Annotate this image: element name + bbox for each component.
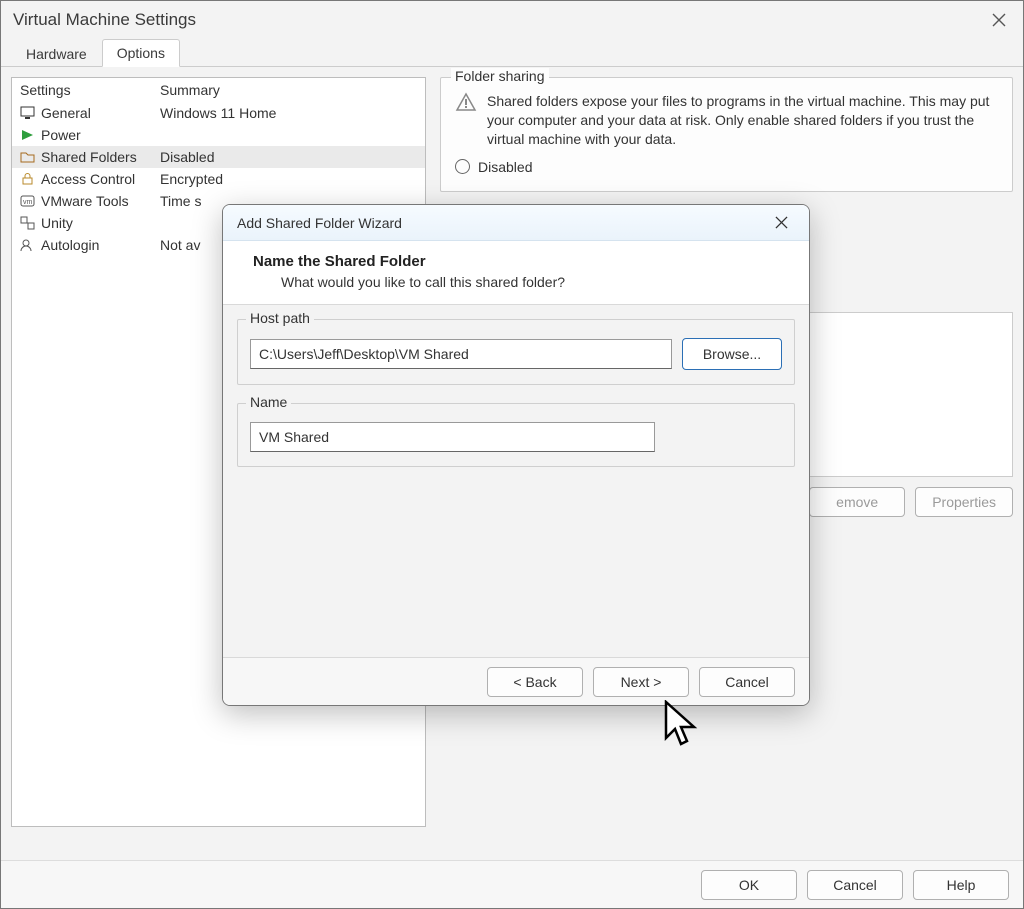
tab-bar: Hardware Options [1,39,1023,67]
label: General [41,105,91,121]
tab-hardware[interactable]: Hardware [11,40,102,67]
group-legend: Folder sharing [451,68,549,84]
wizard-heading: Name the Shared Folder [253,253,787,270]
ok-button[interactable]: OK [701,870,797,900]
row-access-control[interactable]: Access Control Encrypted [12,168,425,190]
wizard-titlebar: Add Shared Folder Wizard [223,205,809,241]
monitor-icon [20,106,35,120]
name-input[interactable] [250,422,655,452]
wizard-title: Add Shared Folder Wizard [237,215,402,231]
warning-text: Shared folders expose your files to prog… [487,92,998,149]
radio-label: Disabled [478,159,532,175]
warning-icon [455,92,477,149]
add-shared-folder-wizard: Add Shared Folder Wizard Name the Shared… [222,204,810,706]
host-path-fieldset: Host path Browse... [237,319,795,385]
summary [152,124,425,146]
row-shared-folders[interactable]: Shared Folders Disabled [12,146,425,168]
window-title: Virtual Machine Settings [13,10,196,30]
wizard-subheading: What would you like to call this shared … [281,274,787,290]
folder-sharing-group: Folder sharing Shared folders expose you… [440,77,1013,192]
properties-button[interactable]: Properties [915,487,1013,517]
row-power[interactable]: Power [12,124,425,146]
wizard-body: Host path Browse... Name [223,305,809,657]
help-button[interactable]: Help [913,870,1009,900]
unity-icon [20,216,35,230]
wizard-footer: < Back Next > Cancel [223,657,809,705]
radio-disabled[interactable]: Disabled [455,159,998,175]
user-icon [20,238,35,252]
play-icon [20,128,35,142]
name-label: Name [246,394,291,410]
row-general[interactable]: General Windows 11 Home [12,102,425,124]
header-summary: Summary [152,78,425,102]
dialog-footer: OK Cancel Help [1,860,1023,908]
label: Shared Folders [41,149,137,165]
close-icon[interactable] [987,8,1011,32]
host-path-input[interactable] [250,339,672,369]
folder-icon [20,150,35,164]
name-fieldset: Name [237,403,795,467]
next-button[interactable]: Next > [593,667,689,697]
browse-button[interactable]: Browse... [682,338,782,370]
label: Access Control [41,171,135,187]
summary: Encrypted [152,168,425,190]
titlebar: Virtual Machine Settings [1,1,1023,39]
wizard-close-icon[interactable] [767,209,795,237]
radio-icon [455,159,470,174]
label: Power [41,127,81,143]
tab-options[interactable]: Options [102,39,180,67]
svg-text:vm: vm [23,199,33,206]
summary: Disabled [152,146,425,168]
cancel-button[interactable]: Cancel [807,870,903,900]
label: Unity [41,215,73,231]
summary: Windows 11 Home [152,102,425,124]
lock-icon [20,172,35,186]
label: Autologin [41,237,99,253]
wizard-header: Name the Shared Folder What would you li… [223,241,809,305]
remove-button[interactable]: emove [809,487,905,517]
vm-icon: vm [20,194,35,208]
wizard-cancel-button[interactable]: Cancel [699,667,795,697]
list-header: Settings Summary [12,78,425,102]
label: VMware Tools [41,193,129,209]
back-button[interactable]: < Back [487,667,583,697]
header-settings: Settings [12,78,152,102]
host-path-label: Host path [246,310,314,326]
